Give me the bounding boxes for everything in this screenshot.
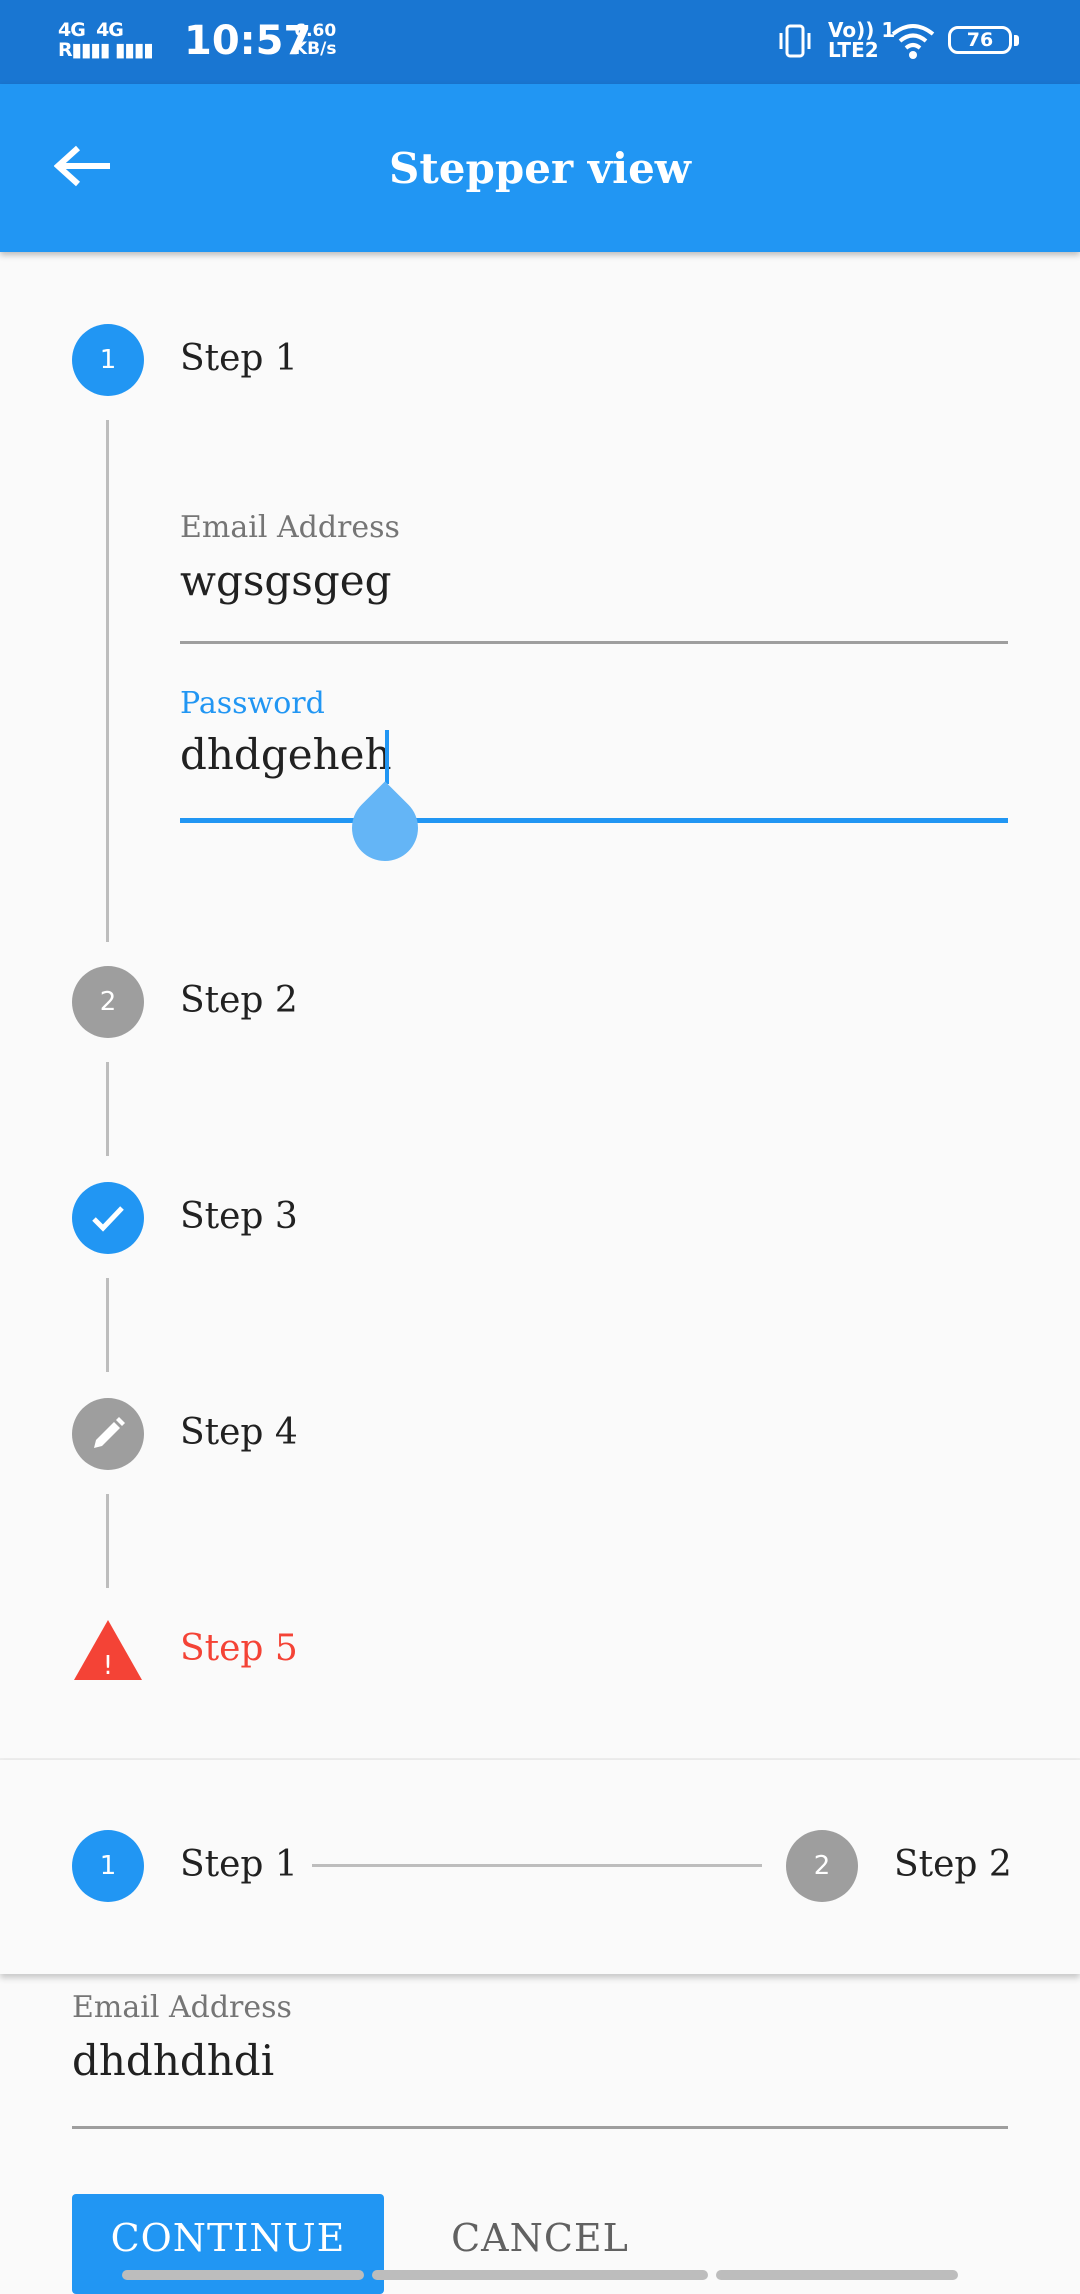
battery-icon: 76 — [948, 26, 1012, 54]
step-2-number: 2 — [99, 987, 117, 1017]
step-1-label[interactable]: Step 1 — [180, 338, 298, 379]
email-field-label: Email Address — [180, 510, 400, 545]
step-4-circle[interactable] — [72, 1398, 144, 1470]
email-underline — [180, 641, 1008, 644]
nav-bar-hint — [372, 2270, 708, 2280]
h-step-1-circle[interactable]: 1 — [72, 1830, 144, 1902]
h-email-field[interactable]: dhdhdhdi — [72, 2036, 274, 2085]
warning-mark: ! — [103, 1651, 113, 1681]
step-1-number: 1 — [99, 345, 117, 375]
step-2-label[interactable]: Step 2 — [180, 980, 298, 1021]
network-2-label: 4G — [96, 19, 124, 41]
h-step-2-number: 2 — [813, 1851, 831, 1881]
nav-bar-hint — [716, 2270, 958, 2280]
cursor-handle[interactable] — [338, 781, 432, 875]
h-step-2-label[interactable]: Step 2 — [894, 1844, 1012, 1885]
step-1-circle[interactable]: 1 — [72, 324, 144, 396]
network-indicator: 4G 4G R▮▮▮▮ ▮▮▮▮ — [58, 19, 154, 61]
network-1-label: 4G — [58, 19, 86, 41]
step-3-label[interactable]: Step 3 — [180, 1196, 298, 1237]
h-step-2-circle[interactable]: 2 — [786, 1830, 858, 1902]
pencil-icon — [94, 1417, 125, 1448]
h-step-1-label[interactable]: Step 1 — [180, 1844, 298, 1885]
app-bar: Stepper view — [0, 84, 1080, 252]
email-field[interactable]: wgsgsgeg — [180, 556, 391, 605]
volte-indicator: Vo)) 1 LTE2 — [828, 20, 895, 60]
step-3-circle[interactable] — [72, 1182, 144, 1254]
volte-label: Vo)) 1 — [828, 18, 896, 42]
step-2-circle[interactable]: 2 — [72, 966, 144, 1038]
password-underline — [180, 818, 1008, 823]
step-connector — [106, 420, 109, 942]
lte-label: LTE2 — [828, 38, 879, 62]
step-connector — [106, 1278, 109, 1372]
password-field[interactable]: dhdgeheh — [180, 730, 392, 779]
h-step-1-number: 1 — [99, 1851, 117, 1881]
signal-icon: R▮▮▮▮ ▮▮▮▮ — [58, 39, 154, 61]
net-speed-value: 6.60 — [294, 21, 337, 41]
wifi-icon — [891, 24, 935, 59]
status-bar: 4G 4G R▮▮▮▮ ▮▮▮▮ 10:57 6.60 KB/s Vo)) 1 … — [0, 0, 1080, 84]
h-email-underline — [72, 2126, 1008, 2129]
step-connector — [106, 1494, 109, 1588]
step-connector — [106, 1062, 109, 1156]
h-email-field-label: Email Address — [72, 1990, 292, 2025]
clock: 10:57 — [184, 18, 312, 64]
nav-bar-hint — [122, 2270, 364, 2280]
warning-icon[interactable]: ! — [72, 1618, 144, 1682]
h-step-connector — [312, 1864, 762, 1867]
vibrate-icon — [779, 24, 811, 58]
battery-tip — [1014, 35, 1019, 46]
step-4-label[interactable]: Step 4 — [180, 1412, 298, 1453]
text-cursor — [385, 730, 389, 784]
net-speed-unit: KB/s — [294, 39, 337, 59]
page-title: Stepper view — [389, 144, 691, 193]
check-icon — [92, 1206, 124, 1232]
password-field-label: Password — [180, 686, 325, 721]
net-speed: 6.60 KB/s — [294, 22, 336, 58]
step-5-label[interactable]: Step 5 — [180, 1628, 298, 1669]
